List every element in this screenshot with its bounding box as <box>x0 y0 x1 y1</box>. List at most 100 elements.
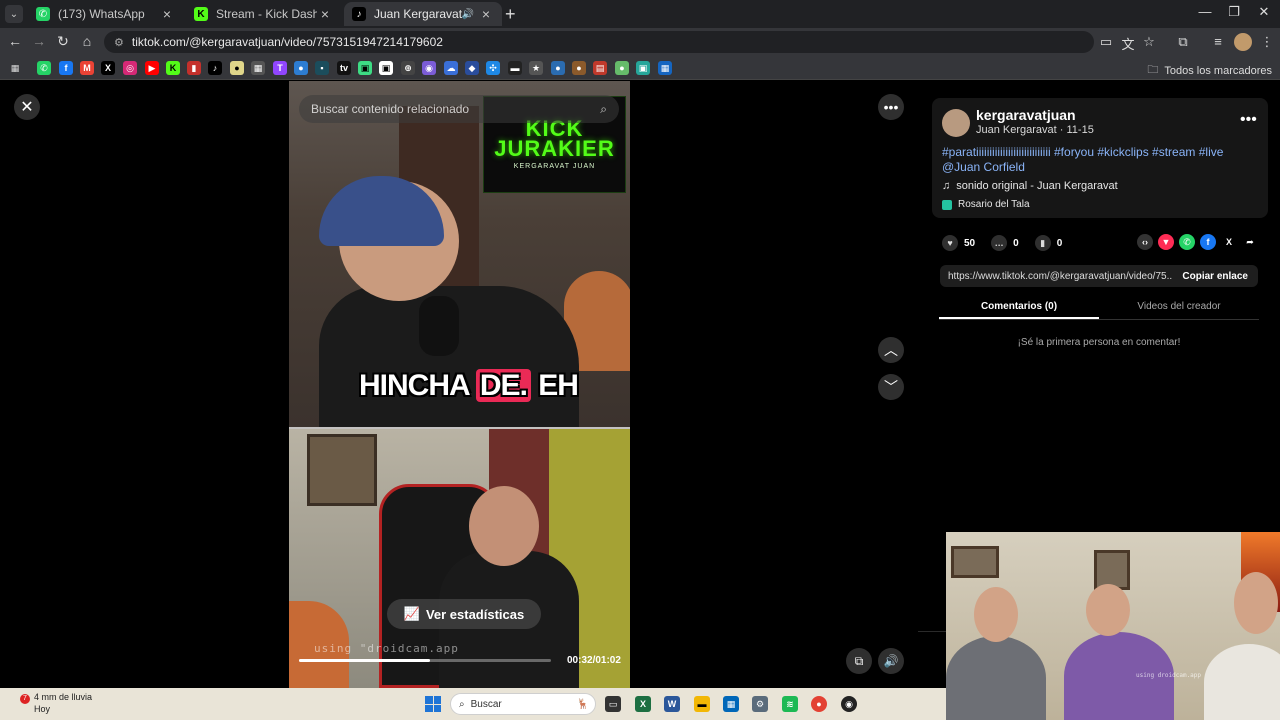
bookmark-white-icon[interactable]: ▣ <box>379 61 393 75</box>
embed-icon[interactable]: ‹› <box>1137 234 1153 250</box>
bookmark-green-icon[interactable]: ▣ <box>358 61 372 75</box>
restore-button[interactable]: ❐ <box>1219 4 1249 20</box>
bookmark-redbox-icon[interactable]: ▤ <box>593 61 607 75</box>
card-more-icon[interactable]: ••• <box>1240 111 1257 129</box>
bookmark-red-icon[interactable]: ▮ <box>187 61 201 75</box>
whatsapp-share-icon[interactable]: ✆ <box>1179 234 1195 250</box>
back-button[interactable]: ← <box>6 33 24 49</box>
store-icon[interactable]: ▦ <box>723 696 739 712</box>
cast-icon[interactable]: ▭ <box>1097 34 1115 50</box>
start-button[interactable] <box>425 696 441 712</box>
reading-list-icon[interactable]: ≡ <box>1209 34 1227 49</box>
site-info-icon[interactable]: ⚙ <box>114 36 124 49</box>
bookmark-dark-icon[interactable]: ▬ <box>508 61 522 75</box>
bookmark-teal-icon[interactable]: ▪ <box>315 61 329 75</box>
bookmark-purple-icon[interactable]: ◉ <box>422 61 436 75</box>
bookmark-youtube-icon[interactable]: ▶ <box>145 61 159 75</box>
bookmark-facebook-icon[interactable]: f <box>59 61 73 75</box>
extensions-icon[interactable]: ⧉ <box>1174 34 1192 50</box>
video-description-hashtags[interactable]: #paratiiiiiiiiiiiiiiiiiiiiiiiiiiii #fory… <box>942 145 1262 175</box>
creator-avatar[interactable] <box>942 109 970 137</box>
share-arrow-icon[interactable]: ➦ <box>1242 234 1258 250</box>
bookmark-gmail-icon[interactable]: M <box>80 61 94 75</box>
close-window-button[interactable]: ✕ <box>1249 4 1279 20</box>
minimize-button[interactable]: — <box>1190 4 1220 19</box>
obs-icon[interactable]: ◉ <box>841 696 857 712</box>
volume-button[interactable]: 🔊 <box>878 648 904 674</box>
chrome-icon[interactable]: ● <box>811 696 827 712</box>
bookmark-blue-icon[interactable]: ● <box>294 61 308 75</box>
spotify-icon[interactable]: ≋ <box>782 696 798 712</box>
bookmark-brown-icon[interactable]: ● <box>572 61 586 75</box>
reload-button[interactable]: ↻ <box>54 33 72 50</box>
search-icon[interactable]: ⌕ <box>600 102 607 117</box>
browser-tabstrip: ⌄ ✆ (173) WhatsApp × K Stream - Kick Das… <box>0 0 1280 28</box>
excel-icon[interactable]: X <box>635 696 651 712</box>
tab-tiktok[interactable]: ♪ Juan Kergaravat (@kergara 🔊 × <box>344 2 502 26</box>
previous-video-button[interactable]: ︿ <box>878 337 904 363</box>
x-share-icon[interactable]: X <box>1221 234 1237 250</box>
bookmark-gray-icon[interactable]: ★ <box>529 61 543 75</box>
profile-avatar[interactable] <box>1234 33 1252 51</box>
bookmark-grid-icon[interactable]: ▦ <box>251 61 265 75</box>
sound-row[interactable]: ♫ sonido original - Juan Kergaravat <box>942 180 1118 192</box>
facebook-share-icon[interactable]: f <box>1200 234 1216 250</box>
bookmark-cloud-icon[interactable]: ☁ <box>444 61 458 75</box>
bookmark-instagram-icon[interactable]: ◎ <box>123 61 137 75</box>
bookmark-share-icon[interactable]: ✣ <box>486 61 500 75</box>
bookmark-twitch-icon[interactable]: T <box>273 61 287 75</box>
comment-button[interactable]: … 0 <box>991 235 1019 251</box>
video-link-text[interactable]: https://www.tiktok.com/@kergaravatjuan/v… <box>940 271 1172 282</box>
menu-icon[interactable]: ⋮ <box>1258 34 1276 50</box>
weather-widget[interactable]: 74 mm de lluvia Hoy <box>20 692 92 715</box>
floating-player-button[interactable]: ⧉ <box>846 648 872 674</box>
forward-button[interactable]: → <box>30 33 48 49</box>
video-progress-bar[interactable] <box>299 659 551 662</box>
taskbar-search[interactable]: ⌕ Buscar 🦌 <box>450 693 596 715</box>
close-icon[interactable]: × <box>478 6 494 22</box>
file-explorer-icon[interactable]: ▬ <box>694 696 710 712</box>
tab-whatsapp[interactable]: ✆ (173) WhatsApp × <box>28 2 183 26</box>
translate-icon[interactable]: 文 <box>1119 34 1137 53</box>
creator-username[interactable]: kergaravatjuan <box>976 107 1076 123</box>
bookmark-square-icon[interactable]: ▦ <box>658 61 672 75</box>
send-icon[interactable]: ▼ <box>1158 234 1174 250</box>
apps-icon[interactable]: ▦ <box>8 61 22 75</box>
like-button[interactable]: ♥ 50 <box>942 235 975 251</box>
bookmark-yellow-icon[interactable]: ● <box>230 61 244 75</box>
tab-kick-dashboard[interactable]: K Stream - Kick Dashboard × <box>186 2 341 26</box>
bookmark-aqua-icon[interactable]: ▣ <box>636 61 650 75</box>
address-bar[interactable]: ⚙ tiktok.com/@kergaravatjuan/video/75731… <box>104 31 1094 53</box>
copy-link-button[interactable]: Copiar enlace <box>1172 271 1258 282</box>
bookmark-lightgreen-icon[interactable]: ● <box>615 61 629 75</box>
location-tag[interactable]: Rosario del Tala <box>942 199 1030 210</box>
word-icon[interactable]: W <box>664 696 680 712</box>
more-options-button[interactable]: ••• <box>878 94 904 120</box>
tab-search-icon[interactable]: ⌄ <box>5 5 23 23</box>
bookmark-bluecircle-icon[interactable]: ● <box>551 61 565 75</box>
save-button[interactable]: ▮ 0 <box>1034 235 1062 251</box>
close-icon[interactable]: × <box>159 6 175 22</box>
tab-creator-videos[interactable]: Videos del creador <box>1099 298 1259 319</box>
related-search-input[interactable]: Buscar contenido relacionado ⌕ <box>299 95 619 123</box>
speaker-icon[interactable]: 🔊 <box>462 9 474 20</box>
bookmark-globe-icon[interactable]: ⊕ <box>401 61 415 75</box>
close-video-button[interactable]: ✕ <box>14 94 40 120</box>
bookmark-kick-icon[interactable]: K <box>166 61 180 75</box>
bookmark-tiktok-icon[interactable]: ♪ <box>208 61 222 75</box>
task-view-icon[interactable]: ▭ <box>605 696 621 712</box>
view-stats-button[interactable]: 📈 Ver estadísticas <box>387 599 541 629</box>
bookmark-navy-icon[interactable]: ◆ <box>465 61 479 75</box>
next-video-button[interactable]: ﹀ <box>878 374 904 400</box>
tab-comments[interactable]: Comentarios (0) <box>939 298 1099 319</box>
close-icon[interactable]: × <box>317 6 333 22</box>
bookmark-tv-icon[interactable]: tv <box>337 61 351 75</box>
video-player[interactable]: KICK JURAKIER KERGARAVAT JUAN Buscar con… <box>289 81 630 688</box>
new-tab-button[interactable]: + <box>505 4 516 25</box>
settings-icon[interactable]: ⚙ <box>752 696 768 712</box>
bookmark-whatsapp-icon[interactable]: ✆ <box>37 61 51 75</box>
home-button[interactable]: ⌂ <box>78 33 96 49</box>
bookmark-x-icon[interactable]: X <box>101 61 115 75</box>
bookmark-star-icon[interactable]: ☆ <box>1140 34 1158 50</box>
all-bookmarks[interactable]: 🗀 Todos los marcadores <box>1147 61 1272 80</box>
